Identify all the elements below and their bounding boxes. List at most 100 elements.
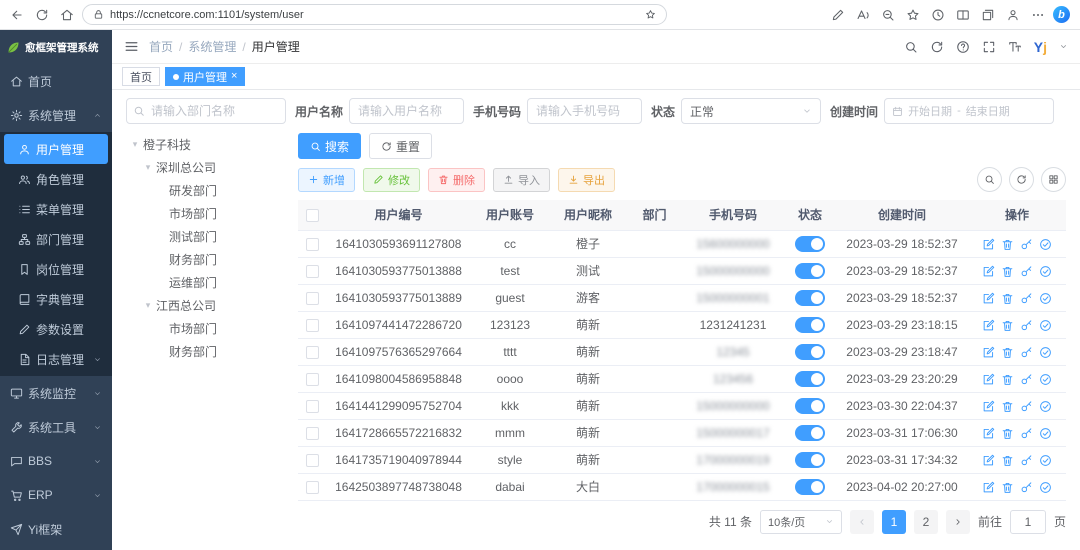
star-button[interactable] [906, 8, 920, 22]
tab-user[interactable]: 用户管理 × [165, 67, 246, 86]
reset-button[interactable]: 重置 [369, 133, 433, 159]
add-button[interactable]: 新增 [298, 167, 355, 192]
back-button[interactable] [10, 8, 24, 22]
fullscreen-button[interactable] [982, 40, 996, 54]
delete-icon[interactable] [1001, 400, 1014, 413]
sidebar-item-role[interactable]: 角色管理 [0, 164, 112, 194]
tree-node[interactable]: ▾ 江西总公司 [126, 294, 286, 317]
edit-icon[interactable] [982, 373, 995, 386]
tree-node[interactable]: 运维部门 [126, 271, 286, 294]
split-button[interactable] [956, 8, 970, 22]
reset-password-icon[interactable] [1020, 265, 1033, 278]
reset-password-icon[interactable] [1020, 400, 1033, 413]
date-range-picker[interactable]: 开始日期 - 结束日期 [884, 98, 1055, 124]
delete-icon[interactable] [1001, 481, 1014, 494]
select-all-checkbox[interactable] [305, 208, 319, 222]
fontsize-button[interactable] [1008, 40, 1022, 54]
edit-icon[interactable] [982, 265, 995, 278]
search-toggle-button[interactable] [977, 167, 1002, 192]
delete-button[interactable]: 删除 [428, 167, 485, 192]
prev-page-button[interactable] [849, 509, 874, 534]
tab-home[interactable]: 首页 [122, 67, 160, 86]
dept-search-input[interactable] [126, 98, 286, 124]
status-toggle[interactable] [795, 343, 825, 360]
edit-icon[interactable] [982, 319, 995, 332]
more-button[interactable] [1031, 8, 1045, 22]
edit-icon[interactable] [982, 454, 995, 467]
reset-password-icon[interactable] [1020, 454, 1033, 467]
sidebar-item-dept[interactable]: 部门管理 [0, 224, 112, 254]
assign-role-icon[interactable] [1039, 481, 1052, 494]
phone-input[interactable] [527, 98, 643, 124]
reset-password-icon[interactable] [1020, 319, 1033, 332]
edit-button[interactable]: 修改 [363, 167, 420, 192]
edit-icon[interactable] [982, 346, 995, 359]
status-toggle[interactable] [795, 397, 825, 414]
delete-icon[interactable] [1001, 238, 1014, 251]
bing-icon[interactable]: b [1053, 6, 1070, 23]
assign-role-icon[interactable] [1039, 400, 1052, 413]
sidebar-item-user[interactable]: 用户管理 [4, 134, 108, 164]
sidebar-item-menu[interactable]: 菜单管理 [0, 194, 112, 224]
breadcrumb-item[interactable]: 用户管理 [252, 38, 300, 55]
address-bar[interactable]: https://ccnetcore.com:1101/system/user [82, 4, 667, 25]
sidebar-item-home[interactable]: 首页 [0, 64, 112, 98]
reset-password-icon[interactable] [1020, 292, 1033, 305]
reset-password-icon[interactable] [1020, 427, 1033, 440]
status-toggle[interactable] [795, 235, 825, 252]
delete-icon[interactable] [1001, 427, 1014, 440]
assign-role-icon[interactable] [1039, 373, 1052, 386]
tree-node[interactable]: 市场部门 [126, 202, 286, 225]
delete-icon[interactable] [1001, 319, 1014, 332]
edit-icon[interactable] [982, 400, 995, 413]
question-button[interactable] [956, 40, 970, 54]
breadcrumb-item[interactable]: 首页 [149, 38, 173, 55]
status-toggle[interactable] [795, 262, 825, 279]
sidebar-item-bbs[interactable]: BBS [0, 444, 112, 478]
row-checkbox[interactable] [305, 264, 319, 278]
delete-icon[interactable] [1001, 346, 1014, 359]
sidebar-item-dict[interactable]: 字典管理 [0, 284, 112, 314]
tree-node[interactable]: 市场部门 [126, 317, 286, 340]
row-checkbox[interactable] [305, 372, 319, 386]
tree-node[interactable]: 财务部门 [126, 248, 286, 271]
tree-node[interactable]: ▾ 橙子科技 [126, 133, 286, 156]
row-checkbox[interactable] [305, 453, 319, 467]
tree-node[interactable]: 测试部门 [126, 225, 286, 248]
status-toggle[interactable] [795, 424, 825, 441]
sidebar-item-yiframe[interactable]: Yi框架 [0, 512, 112, 546]
page-1-button[interactable]: 1 [881, 509, 906, 534]
username-input[interactable] [349, 98, 465, 124]
refresh-button[interactable] [35, 8, 49, 22]
page-2-button[interactable]: 2 [913, 509, 938, 534]
home-button[interactable] [60, 8, 74, 22]
status-toggle[interactable] [795, 316, 825, 333]
status-toggle[interactable] [795, 370, 825, 387]
import-button[interactable]: 导入 [493, 167, 550, 192]
delete-icon[interactable] [1001, 292, 1014, 305]
reset-password-icon[interactable] [1020, 238, 1033, 251]
collapse-menu-button[interactable] [124, 39, 139, 54]
row-checkbox[interactable] [305, 318, 319, 332]
app-logo[interactable]: 愈框架管理系统 [0, 30, 112, 64]
delete-icon[interactable] [1001, 265, 1014, 278]
status-toggle[interactable] [795, 478, 825, 495]
reset-password-icon[interactable] [1020, 481, 1033, 494]
tree-node[interactable]: ▾ 深圳总公司 [126, 156, 286, 179]
sidebar-item-erp[interactable]: ERP [0, 478, 112, 512]
status-toggle[interactable] [795, 451, 825, 468]
search-button[interactable] [904, 40, 918, 54]
history-button[interactable] [931, 8, 945, 22]
sidebar-item-tool[interactable]: 系统工具 [0, 410, 112, 444]
delete-icon[interactable] [1001, 454, 1014, 467]
goto-page-input[interactable] [1009, 509, 1046, 534]
sidebar-item-log[interactable]: 日志管理 [0, 344, 112, 374]
refresh-toggle-button[interactable] [1009, 167, 1034, 192]
assign-role-icon[interactable] [1039, 319, 1052, 332]
assign-role-icon[interactable] [1039, 292, 1052, 305]
row-checkbox[interactable] [305, 426, 319, 440]
row-checkbox[interactable] [305, 345, 319, 359]
page-size-select[interactable]: 10条/页 [759, 509, 842, 534]
sidebar-item-system[interactable]: 系统管理 [0, 98, 112, 132]
assign-role-icon[interactable] [1039, 238, 1052, 251]
